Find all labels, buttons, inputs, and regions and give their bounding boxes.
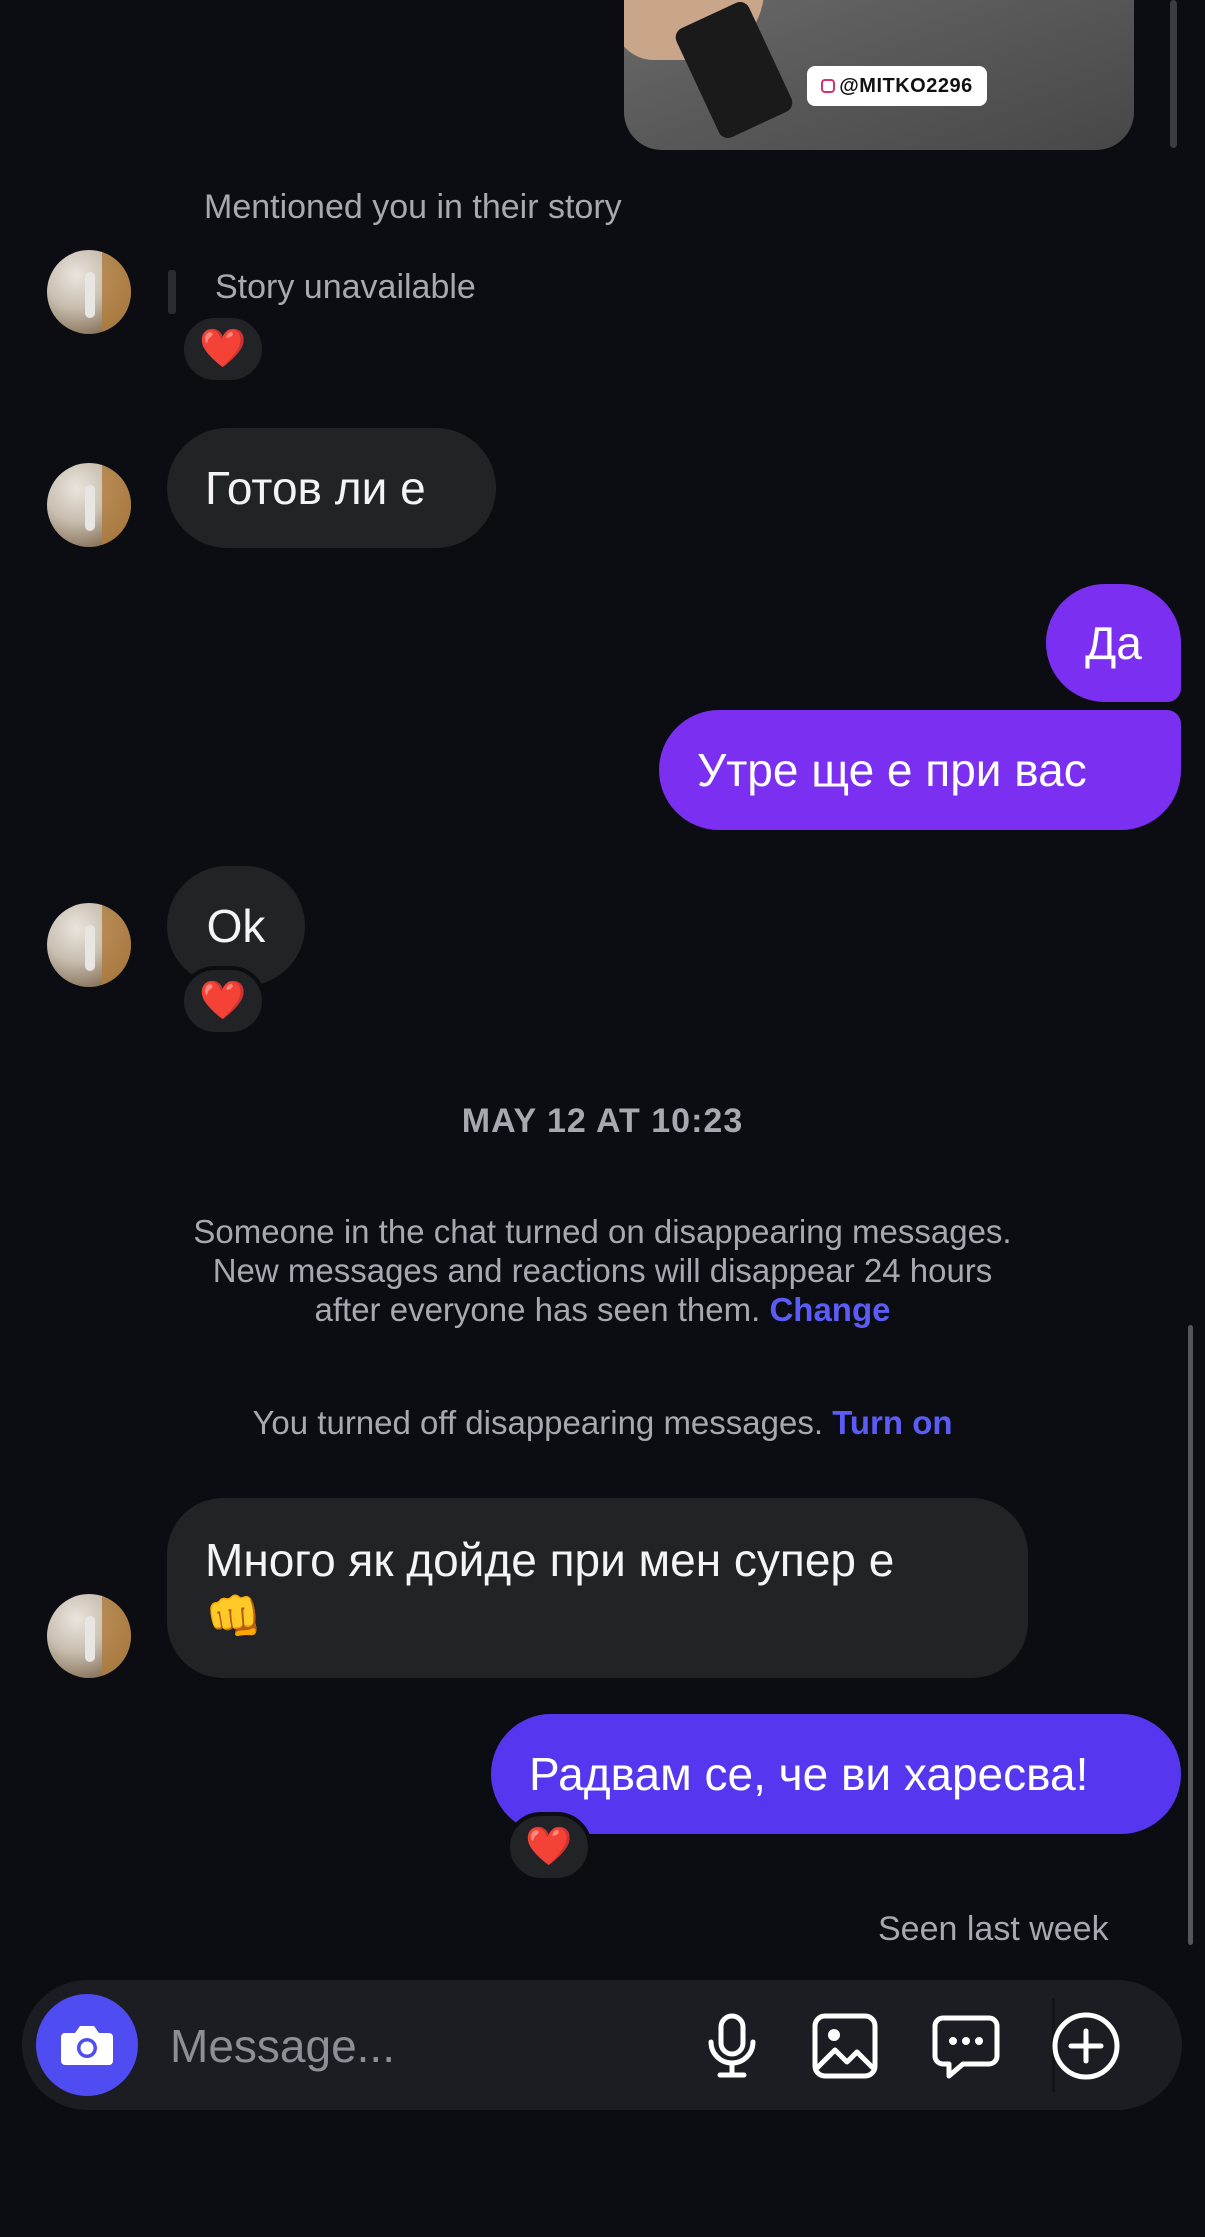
turn-on-link[interactable]: Turn on <box>832 1404 952 1441</box>
message-text: Готов ли е <box>205 462 426 514</box>
message-text: Да <box>1085 617 1142 669</box>
sticker-button[interactable] <box>928 2008 1004 2084</box>
heart-reaction[interactable]: ❤️ <box>180 966 266 1036</box>
outgoing-message[interactable]: Да <box>1046 584 1181 702</box>
heart-reaction[interactable]: ❤️ <box>180 314 266 384</box>
message-text: Много як дойде при мен супер е <box>205 1534 895 1586</box>
avatar[interactable] <box>47 250 131 334</box>
story-mention-tag: @MITKO2296 <box>807 66 987 106</box>
change-link[interactable]: Change <box>769 1291 890 1328</box>
outgoing-message[interactable]: Утре ще е при вас <box>659 710 1181 830</box>
camera-icon <box>61 2026 113 2065</box>
story-mention-label: Mentioned you in their story <box>204 188 622 226</box>
fist-emoji: 👊 <box>205 1590 263 1642</box>
timestamp: MAY 12 AT 10:23 <box>461 1102 744 1140</box>
heart-reaction[interactable]: ❤️ <box>506 1812 592 1882</box>
microphone-icon <box>708 2013 756 2078</box>
scrollbar-top[interactable] <box>1170 0 1177 148</box>
disappearing-off-notice: You turned off disappearing messages. Tu… <box>0 1404 1205 1442</box>
notice-line: Someone in the chat turned on disappeari… <box>193 1213 1012 1250</box>
message-text: Радвам се, че ви харесва! <box>529 1748 1089 1800</box>
sticker-chat-icon <box>932 2015 1000 2079</box>
avatar[interactable] <box>47 903 131 987</box>
avatar[interactable] <box>47 1594 131 1678</box>
story-thumbnail[interactable]: @MITKO2296 <box>624 0 1134 150</box>
seen-status: Seen last week <box>878 1910 1109 1948</box>
story-tag-text: @MITKO2296 <box>839 74 973 97</box>
story-unavailable-text: Story unavailable <box>215 268 476 306</box>
voice-button[interactable] <box>694 2008 770 2084</box>
avatar[interactable] <box>47 463 131 547</box>
notice-line: after everyone has seen them. Change <box>0 1290 1205 1329</box>
outgoing-message[interactable]: Радвам се, че ви харесва! <box>491 1714 1181 1834</box>
message-text: Утре ще е при вас <box>697 744 1087 796</box>
incoming-message[interactable]: Готов ли е <box>167 428 496 548</box>
camera-button[interactable] <box>36 1994 138 2096</box>
gallery-button[interactable] <box>807 2008 883 2084</box>
gallery-icon <box>812 2013 878 2079</box>
more-button[interactable] <box>1048 2008 1124 2084</box>
incoming-message[interactable]: Много як дойде при мен супер е 👊 <box>167 1498 1028 1678</box>
story-reply-bar <box>168 270 176 314</box>
plus-icon <box>1052 2012 1120 2080</box>
instagram-icon <box>821 79 836 93</box>
message-text: Ok <box>206 900 266 952</box>
message-composer <box>22 1980 1182 2110</box>
notice-line-text: after everyone has seen them. <box>314 1291 761 1328</box>
message-input[interactable] <box>168 2010 672 2082</box>
notice-off-text: You turned off disappearing messages. <box>252 1404 824 1441</box>
notice-line: New messages and reactions will disappea… <box>212 1252 993 1289</box>
disappearing-messages-notice: Someone in the chat turned on disappeari… <box>0 1212 1205 1329</box>
